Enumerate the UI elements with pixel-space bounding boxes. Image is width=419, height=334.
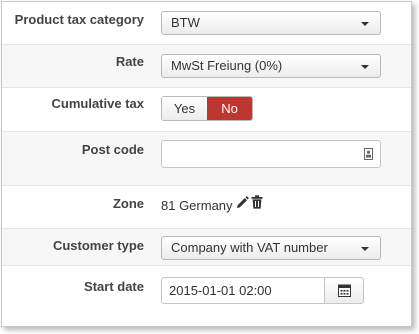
trash-icon[interactable] <box>251 195 263 209</box>
product-tax-category-label: Product tax category <box>14 12 144 27</box>
pencil-icon[interactable] <box>235 196 249 210</box>
product-tax-category-select[interactable]: BTW <box>161 11 381 35</box>
start-date-input[interactable]: 2015-01-01 02:00 <box>161 277 325 304</box>
rate-value: MwSt Freiung (0%) <box>171 58 283 73</box>
row-product-tax-category: Product tax category BTW <box>2 2 411 45</box>
start-date-value: 2015-01-01 02:00 <box>169 283 272 298</box>
row-zone: Zone 81 Germany <box>2 186 411 229</box>
calendar-button[interactable] <box>324 277 364 304</box>
rate-label: Rate <box>115 54 144 69</box>
cumulative-tax-no-button[interactable]: No <box>207 97 252 120</box>
zone-value: 81 Germany <box>161 198 233 213</box>
calendar-icon <box>338 284 351 297</box>
customer-type-value: Company with VAT number <box>171 240 328 255</box>
chevron-down-icon <box>361 247 369 251</box>
chevron-down-icon <box>361 65 369 69</box>
tax-rule-form: Product tax category BTW Rate MwSt Freiu… <box>1 1 412 327</box>
cumulative-tax-toggle: Yes No <box>161 96 253 121</box>
chevron-down-icon <box>361 22 369 26</box>
cumulative-tax-yes-button[interactable]: Yes <box>162 97 207 120</box>
cumulative-tax-label: Cumulative tax <box>51 96 144 111</box>
post-code-input[interactable] <box>161 140 381 168</box>
start-date-label: Start date <box>84 279 144 294</box>
rate-select[interactable]: MwSt Freiung (0%) <box>161 54 381 78</box>
row-rate: Rate MwSt Freiung (0%) <box>2 45 411 88</box>
row-cumulative-tax: Cumulative tax Yes No <box>2 88 411 132</box>
row-customer-type: Customer type Company with VAT number <box>2 229 411 266</box>
post-code-label: Post code <box>81 142 144 157</box>
product-tax-category-value: BTW <box>171 15 200 30</box>
customer-type-label: Customer type <box>52 238 144 253</box>
row-post-code: Post code <box>2 132 411 186</box>
customer-type-select[interactable]: Company with VAT number <box>161 236 381 260</box>
zone-label: Zone <box>112 196 144 211</box>
row-start-date: Start date 2015-01-01 02:00 <box>2 266 411 326</box>
contact-card-icon <box>364 148 373 160</box>
